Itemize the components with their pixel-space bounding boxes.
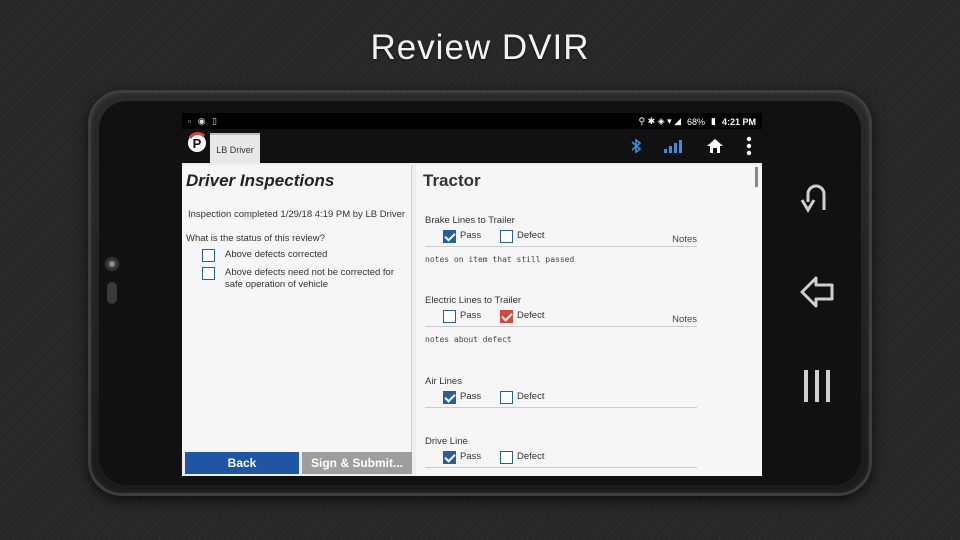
defect-option[interactable]: Defect bbox=[500, 310, 544, 323]
overflow-menu-icon[interactable] bbox=[746, 136, 752, 161]
inspection-item: Brake Lines to Trailer Pass Defect Notes… bbox=[425, 215, 697, 264]
return-icon[interactable] bbox=[798, 180, 838, 220]
pass-checkbox[interactable] bbox=[443, 230, 456, 243]
option-label: Above defects need not be corrected for … bbox=[225, 267, 394, 290]
pass-option[interactable]: Pass bbox=[443, 451, 481, 464]
camera bbox=[104, 256, 120, 272]
signal-icon bbox=[664, 139, 684, 158]
pass-checkbox[interactable] bbox=[443, 451, 456, 464]
defect-label: Defect bbox=[517, 391, 545, 402]
tablet-screen: ▫ ◉ ▯ ⚲ ✱ ◈ ▾ ◢ 68% ▮ 4:21 PM P LB Drive… bbox=[182, 113, 762, 476]
defect-option[interactable]: Defect bbox=[500, 451, 544, 464]
review-question: What is the status of this review? bbox=[186, 233, 325, 244]
scrollbar[interactable] bbox=[755, 167, 758, 187]
speaker bbox=[107, 282, 117, 304]
defect-checkbox[interactable] bbox=[500, 451, 513, 464]
pass-label: Pass bbox=[460, 230, 482, 241]
item-name: Brake Lines to Trailer bbox=[425, 215, 515, 226]
item-status-row: Pass Defect bbox=[425, 389, 697, 408]
defect-option[interactable]: Defect bbox=[500, 230, 544, 243]
pass-option[interactable]: Pass bbox=[443, 310, 481, 323]
action-bar: Back Sign & Submit... bbox=[182, 452, 412, 476]
defect-checkbox[interactable] bbox=[500, 310, 513, 323]
sign-submit-button[interactable]: Sign & Submit... bbox=[302, 452, 412, 474]
item-note: notes on item that still passed bbox=[425, 255, 575, 264]
battery-level: 68% bbox=[687, 116, 706, 127]
pass-option[interactable]: Pass bbox=[443, 230, 481, 243]
tractor-panel: Tractor Brake Lines to Trailer Pass Defe… bbox=[416, 165, 762, 476]
notes-button[interactable]: Notes bbox=[672, 234, 697, 245]
checkbox-defects-not-needed[interactable] bbox=[202, 267, 215, 280]
driver-tab-label: LB Driver bbox=[216, 145, 254, 155]
logo-letter: P bbox=[193, 136, 202, 151]
notes-button[interactable]: Notes bbox=[672, 314, 697, 325]
pass-option[interactable]: Pass bbox=[443, 391, 481, 404]
bluetooth-icon bbox=[630, 138, 642, 159]
defect-label: Defect bbox=[517, 310, 545, 321]
pass-label: Pass bbox=[460, 391, 482, 402]
status-time: 4:21 PM bbox=[721, 116, 756, 127]
slide-title: Review DVIR bbox=[370, 28, 590, 67]
item-status-row: Pass Defect bbox=[425, 449, 697, 468]
panel-title: Driver Inspections bbox=[186, 171, 335, 190]
battery-icon: ▮ bbox=[711, 116, 716, 126]
option-label: Above defects corrected bbox=[225, 249, 328, 260]
item-name: Drive Line bbox=[425, 436, 468, 447]
checkbox-defects-corrected[interactable] bbox=[202, 249, 215, 262]
item-name: Air Lines bbox=[425, 376, 462, 387]
defect-checkbox[interactable] bbox=[500, 230, 513, 243]
driver-inspections-panel: Driver Inspections Inspection completed … bbox=[182, 165, 412, 452]
pass-label: Pass bbox=[460, 310, 482, 321]
item-status-row: Pass Defect Notes bbox=[425, 308, 697, 327]
pass-checkbox[interactable] bbox=[443, 391, 456, 404]
inspection-item: Electric Lines to Trailer Pass Defect No… bbox=[425, 295, 697, 344]
app-logo-icon: P bbox=[186, 132, 208, 158]
item-status-row: Pass Defect Notes bbox=[425, 228, 697, 247]
item-name: Electric Lines to Trailer bbox=[425, 295, 522, 306]
inspection-summary: Inspection completed 1/29/18 4:19 PM by … bbox=[188, 209, 406, 220]
notification-icons: ▫ ◉ ▯ bbox=[188, 116, 219, 126]
back-button[interactable]: Back bbox=[185, 452, 299, 474]
status-bar: ▫ ◉ ▯ ⚲ ✱ ◈ ▾ ◢ 68% ▮ 4:21 PM bbox=[182, 113, 762, 129]
defect-label: Defect bbox=[517, 451, 545, 462]
inspection-item: Air Lines Pass Defect bbox=[425, 376, 697, 408]
back-arrow-icon[interactable] bbox=[798, 272, 838, 312]
inspection-item: Drive Line Pass Defect bbox=[425, 436, 697, 468]
driver-tab[interactable]: LB Driver bbox=[210, 133, 260, 163]
defect-checkbox[interactable] bbox=[500, 391, 513, 404]
home-icon[interactable] bbox=[706, 138, 724, 159]
signal-status-icon: ⚲ ✱ ◈ ▾ ◢ bbox=[638, 116, 682, 126]
section-title: Tractor bbox=[423, 171, 481, 190]
defect-label: Defect bbox=[517, 230, 545, 241]
option-defects-corrected[interactable]: Above defects corrected bbox=[202, 249, 327, 262]
recent-apps-icon[interactable] bbox=[798, 366, 838, 406]
pass-label: Pass bbox=[460, 451, 482, 462]
pass-checkbox[interactable] bbox=[443, 310, 456, 323]
option-defects-not-needed[interactable]: Above defects need not be corrected for … bbox=[202, 267, 402, 291]
defect-option[interactable]: Defect bbox=[500, 391, 544, 404]
app-bar: P LB Driver bbox=[182, 129, 762, 163]
item-note: notes about defect bbox=[425, 335, 512, 344]
